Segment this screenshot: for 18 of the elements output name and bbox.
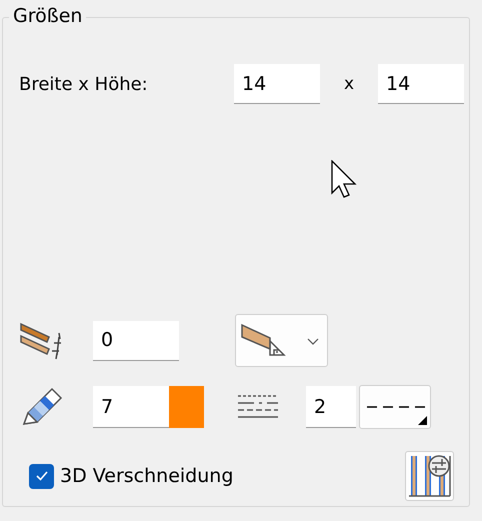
angle-dropdown[interactable] (235, 314, 328, 367)
mouse-cursor-icon (331, 160, 357, 200)
offset-field[interactable]: 0 (93, 320, 179, 360)
size-label: Breite x Höhe: (19, 74, 149, 94)
check-icon (34, 470, 48, 482)
corner-triangle-icon (418, 416, 427, 425)
checkbox[interactable] (29, 464, 54, 488)
width-field[interactable]: 14 (234, 64, 320, 104)
line-field[interactable]: 2 (306, 386, 356, 428)
pen-field[interactable]: 7 (93, 386, 169, 428)
height-field[interactable]: 14 (378, 64, 464, 104)
wall-settings-button[interactable] (405, 451, 454, 501)
line-type-icon (237, 393, 279, 421)
line-style-dropdown[interactable] (359, 385, 431, 429)
separator-label: x (342, 74, 356, 94)
checkbox-label: 3D Verschneidung (60, 465, 234, 487)
dashed-line-icon (367, 406, 426, 408)
color-swatch[interactable] (169, 386, 204, 428)
